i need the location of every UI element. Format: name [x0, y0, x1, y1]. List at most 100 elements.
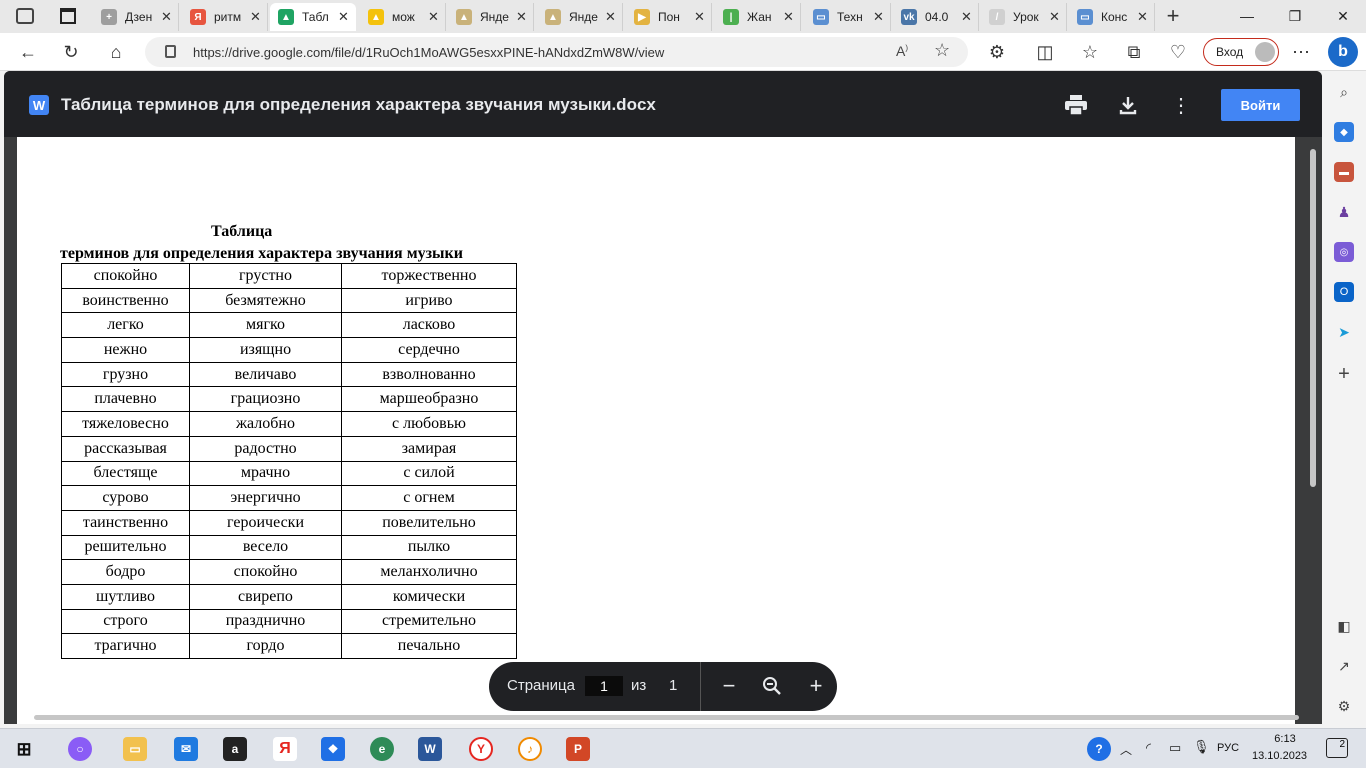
tab-close-icon[interactable]: ✕ — [783, 9, 794, 25]
windows-start-icon[interactable]: ⊞ — [12, 737, 36, 761]
vertical-scrollbar[interactable] — [1310, 149, 1316, 487]
url-text[interactable]: https://drive.google.com/file/d/1RuOch1M… — [193, 45, 664, 60]
clock-time[interactable]: 6:13 — [1262, 733, 1308, 745]
file-explorer-icon[interactable]: ▭ — [123, 737, 147, 761]
read-aloud-icon[interactable]: A) — [896, 43, 908, 59]
browser-tab[interactable]: / Урок ✕ — [981, 3, 1067, 31]
tab-actions-icon[interactable] — [60, 8, 76, 24]
more-options-icon[interactable]: ⋮ — [1169, 93, 1193, 117]
document-page: Таблица терминов для определения характе… — [17, 137, 1295, 724]
yandex-icon[interactable]: Я — [273, 737, 297, 761]
download-icon[interactable] — [1116, 93, 1140, 117]
browser-tab[interactable]: ▲ Табл ✕ — [270, 3, 356, 31]
notifications-count: 2 — [1339, 739, 1345, 750]
restore-button[interactable]: ❐ — [1272, 4, 1318, 28]
tab-close-icon[interactable]: ✕ — [161, 9, 172, 25]
office-icon[interactable]: ◎ — [1334, 242, 1354, 262]
browser-tab[interactable]: ▲ мож ✕ — [360, 3, 446, 31]
browser-tab[interactable]: + Дзен ✕ — [93, 3, 179, 31]
tab-close-icon[interactable]: ✕ — [1049, 9, 1060, 25]
music-app-icon[interactable]: ♪ — [518, 737, 542, 761]
input-language[interactable]: РУС — [1217, 742, 1239, 754]
word-icon[interactable]: W — [418, 737, 442, 761]
table-row: нежно изящно сердечно — [61, 337, 517, 363]
address-bar[interactable]: https://drive.google.com/file/d/1RuOch1M… — [145, 37, 968, 67]
performance-icon[interactable]: ♡ — [1164, 39, 1192, 65]
drop-icon[interactable]: ➤ — [1334, 322, 1354, 342]
help-icon[interactable]: ? — [1087, 737, 1111, 761]
table-cell: шутливо — [61, 583, 190, 610]
table-cell: жалобно — [189, 411, 342, 437]
browser-tab[interactable]: vk 04.0 ✕ — [893, 3, 979, 31]
back-button[interactable]: ← — [14, 39, 42, 65]
minimize-button[interactable]: — — [1224, 4, 1270, 28]
tab-close-icon[interactable]: ✕ — [873, 9, 884, 25]
tools-icon[interactable]: ▬ — [1334, 162, 1354, 182]
print-icon[interactable] — [1064, 93, 1088, 117]
edge-icon[interactable]: e — [370, 737, 394, 761]
tab-strip: + Дзен ✕ Яритм ✕ ▲ Табл ✕ ▲ мож ✕ ▲ Янде ✕ ▲ Янде ✕ ▶ Пон ✕… — [0, 0, 1366, 33]
close-window-button[interactable]: ✕ — [1320, 4, 1366, 28]
alice-icon[interactable]: ○ — [68, 737, 92, 761]
table-cell: тяжеловесно — [61, 411, 190, 437]
battery-icon[interactable]: ▭ — [1169, 740, 1181, 756]
workspaces-icon[interactable] — [16, 8, 34, 24]
table-cell: замирая — [341, 435, 517, 462]
clock-date[interactable]: 13.10.2023 — [1252, 750, 1307, 762]
tab-close-icon[interactable]: ✕ — [694, 9, 705, 25]
wifi-icon[interactable]: ◜ — [1146, 740, 1151, 756]
amazon-icon[interactable]: a — [223, 737, 247, 761]
browser-tab[interactable]: ▭ Конс ✕ — [1069, 3, 1155, 31]
bing-copilot-icon[interactable]: b — [1328, 37, 1358, 67]
zoom-reset-icon[interactable] — [760, 674, 784, 698]
collections-icon[interactable]: ⧉ — [1120, 39, 1148, 65]
table-cell: с любовью — [341, 411, 517, 437]
browser-tab[interactable]: ▲ Янде ✕ — [448, 3, 534, 31]
table-cell: грустно — [189, 263, 342, 289]
browser-tab[interactable]: Яритм ✕ — [182, 3, 268, 31]
settings-gear-icon[interactable]: ⚙ — [1334, 696, 1354, 716]
new-tab-button[interactable]: + — [1162, 4, 1184, 28]
tab-close-icon[interactable]: ✕ — [428, 9, 439, 25]
mail-icon[interactable]: ✉ — [174, 737, 198, 761]
microphone-icon[interactable]: 🎙 — [1193, 739, 1210, 755]
chevron-up-icon[interactable]: ︿ — [1120, 741, 1132, 758]
browser-tab[interactable]: ▲ Янде ✕ — [537, 3, 623, 31]
refresh-button[interactable]: ↻ — [57, 39, 85, 65]
zoom-out-button[interactable]: − — [717, 673, 741, 698]
browser-tab[interactable]: | Жан ✕ — [715, 3, 801, 31]
open-external-icon[interactable]: ↗ — [1334, 656, 1354, 676]
tab-close-icon[interactable]: ✕ — [961, 9, 972, 25]
shopping-icon[interactable]: ◆ — [1334, 122, 1354, 142]
favorites-icon[interactable]: ☆ — [1076, 39, 1104, 65]
page-number-input[interactable]: 1 — [585, 676, 623, 696]
notifications-icon[interactable]: 2 — [1326, 738, 1348, 758]
browser-tab[interactable]: ▭ Техн ✕ — [805, 3, 891, 31]
search-icon[interactable]: ⌕ — [1334, 82, 1354, 102]
horizontal-scrollbar[interactable] — [34, 715, 1299, 720]
tab-close-icon[interactable]: ✕ — [338, 9, 349, 25]
table-cell: празднично — [189, 608, 342, 635]
signin-button[interactable]: Вход — [1203, 38, 1279, 66]
browser-tab[interactable]: ▶ Пон ✕ — [626, 3, 712, 31]
home-button[interactable]: ⌂ — [102, 39, 130, 65]
tab-favicon-icon: ▲ — [368, 9, 384, 25]
games-icon[interactable]: ♟ — [1334, 202, 1354, 222]
tab-close-icon[interactable]: ✕ — [1137, 9, 1148, 25]
dropbox-icon[interactable]: ❖ — [321, 737, 345, 761]
favorite-star-icon[interactable]: ☆ — [934, 40, 950, 61]
more-menu-icon[interactable]: ⋯ — [1287, 39, 1315, 65]
tab-close-icon[interactable]: ✕ — [516, 9, 527, 25]
outlook-icon[interactable]: O — [1334, 282, 1354, 302]
lock-icon[interactable] — [165, 45, 176, 58]
sidebar-toggle-icon[interactable]: ◧ — [1334, 616, 1354, 636]
zoom-in-button[interactable]: + — [804, 673, 828, 698]
extensions-icon[interactable]: ⚙ — [983, 39, 1011, 65]
tab-close-icon[interactable]: ✕ — [605, 9, 616, 25]
yandex-browser-icon[interactable]: Y — [469, 737, 493, 761]
powerpoint-icon[interactable]: P — [566, 737, 590, 761]
tab-close-icon[interactable]: ✕ — [250, 9, 261, 25]
add-sidebar-app-icon[interactable]: + — [1334, 363, 1354, 385]
split-screen-icon[interactable]: ◫ — [1031, 39, 1059, 65]
login-button[interactable]: Войти — [1221, 89, 1300, 121]
